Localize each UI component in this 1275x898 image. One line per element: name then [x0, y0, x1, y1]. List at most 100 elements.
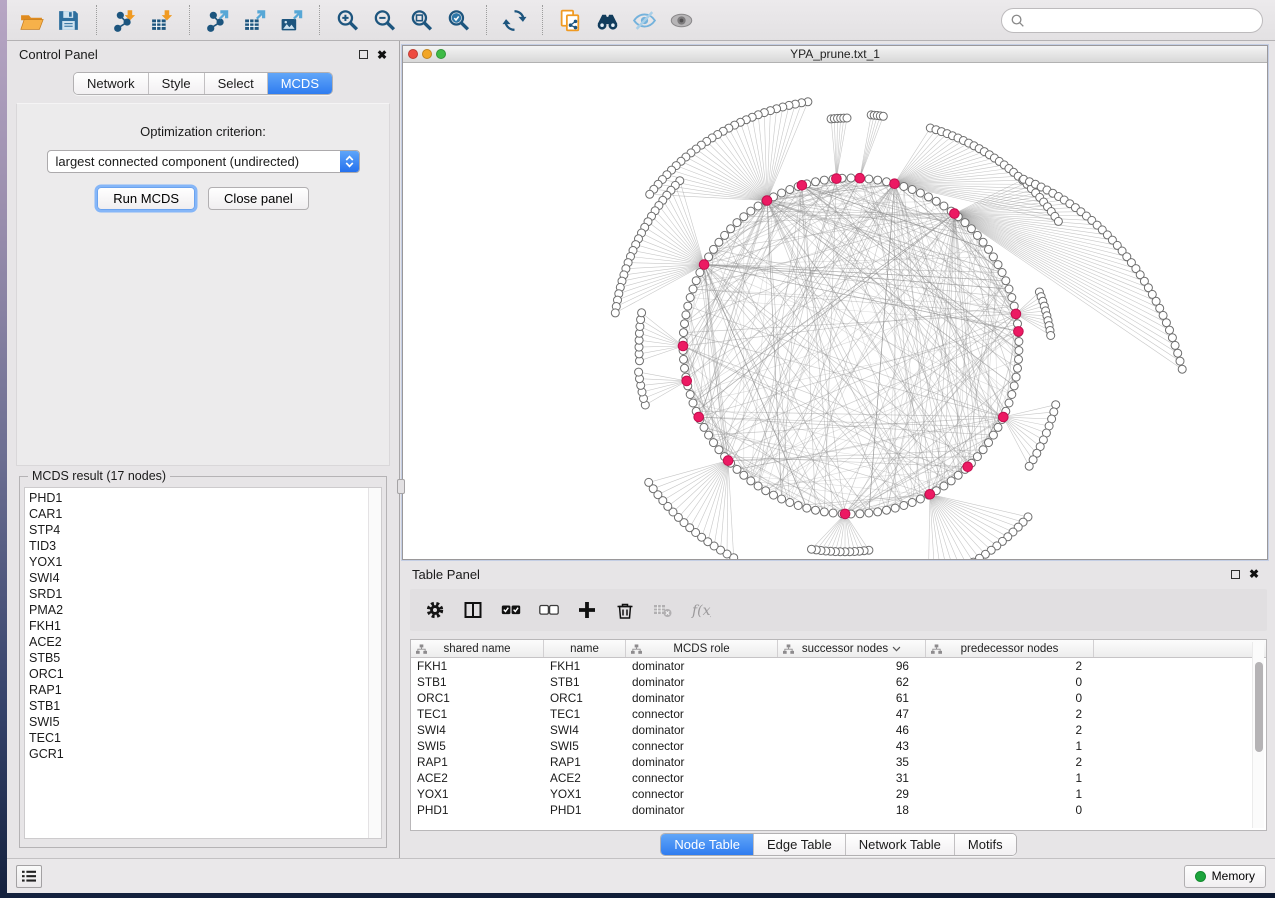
find-network-button[interactable]: [589, 4, 626, 36]
table-scrollbar-thumb[interactable]: [1255, 662, 1263, 752]
tree-icon: [931, 644, 942, 658]
mcds-result-item[interactable]: TEC1: [29, 730, 381, 746]
mcds-result-item[interactable]: SRD1: [29, 586, 381, 602]
function-builder-button: f(x): [686, 595, 716, 625]
show-columns-button[interactable]: [458, 595, 488, 625]
mcds-result-item[interactable]: ORC1: [29, 666, 381, 682]
network-canvas[interactable]: [403, 63, 1267, 559]
delete-columns-button[interactable]: [610, 595, 640, 625]
refresh-button[interactable]: [496, 4, 533, 36]
export-image-button[interactable]: [273, 4, 310, 36]
import-network-button[interactable]: [106, 4, 143, 36]
main-toolbar: [7, 0, 1275, 41]
mcds-result-item[interactable]: TID3: [29, 538, 381, 554]
tab-motifs[interactable]: Motifs: [954, 834, 1016, 855]
mcds-result-item[interactable]: CAR1: [29, 506, 381, 522]
toolbar-separator: [486, 5, 487, 35]
search-input[interactable]: [1001, 8, 1263, 33]
table-panel-tabs: Node TableEdge TableNetwork TableMotifs: [660, 833, 1016, 856]
mcds-result-item[interactable]: STB1: [29, 698, 381, 714]
import-table-button[interactable]: [143, 4, 180, 36]
zoom-fit-button[interactable]: [403, 4, 440, 36]
show-columns-icon: [463, 600, 483, 620]
tab-style[interactable]: Style: [148, 73, 204, 94]
mcds-result-item[interactable]: STP4: [29, 522, 381, 538]
refresh-icon: [502, 8, 527, 33]
select-all-columns-button[interactable]: [496, 595, 526, 625]
mcds-list-scrollbar[interactable]: [368, 488, 381, 838]
tab-mcds[interactable]: MCDS: [267, 73, 332, 94]
table-row[interactable]: ORC1ORC1dominator610: [411, 690, 1266, 706]
table-row[interactable]: PHD1PHD1dominator180: [411, 802, 1266, 818]
column-header-successor-nodes[interactable]: successor nodes: [778, 640, 926, 657]
table-row[interactable]: TEC1TEC1connector472: [411, 706, 1266, 722]
table-row[interactable]: SWI4SWI4dominator462: [411, 722, 1266, 738]
network-graph: [403, 63, 1263, 559]
mcds-result-list: PHD1CAR1STP4TID3YOX1SWI4SRD1PMA2FKH1ACE2…: [25, 488, 381, 762]
mcds-result-item[interactable]: RAP1: [29, 682, 381, 698]
sort-chevron-icon: [892, 646, 901, 652]
table-row[interactable]: SWI5SWI5connector431: [411, 738, 1266, 754]
column-header-predecessor-nodes[interactable]: predecessor nodes: [926, 640, 1094, 657]
mcds-result-item[interactable]: SWI5: [29, 714, 381, 730]
table-row[interactable]: STB1STB1dominator620: [411, 674, 1266, 690]
table-row[interactable]: ACE2ACE2connector311: [411, 770, 1266, 786]
tab-edge-table[interactable]: Edge Table: [753, 834, 845, 855]
close-panel-button[interactable]: Close panel: [208, 187, 309, 210]
open-file-button[interactable]: [13, 4, 50, 36]
tab-select[interactable]: Select: [204, 73, 267, 94]
table-row[interactable]: FKH1FKH1dominator962: [411, 658, 1266, 674]
search-icon: [1010, 13, 1025, 28]
mcds-result-item[interactable]: YOX1: [29, 554, 381, 570]
show-details-icon: [669, 8, 694, 33]
show-details-button[interactable]: [663, 4, 700, 36]
delete-table-icon: [653, 600, 673, 620]
first-neighbors-button[interactable]: [552, 4, 589, 36]
save-session-button[interactable]: [50, 4, 87, 36]
memory-button[interactable]: Memory: [1184, 865, 1266, 888]
table-settings-button[interactable]: [420, 595, 450, 625]
tab-node-table[interactable]: Node Table: [661, 834, 753, 855]
table-scrollbar[interactable]: [1252, 642, 1264, 828]
toolbar-separator: [189, 5, 190, 35]
mcds-result-item[interactable]: SWI4: [29, 570, 381, 586]
open-file-icon: [19, 8, 44, 33]
table-panel-float-icon[interactable]: [1231, 570, 1240, 579]
mcds-result-item[interactable]: GCR1: [29, 746, 381, 762]
column-header-shared-name[interactable]: shared name: [411, 640, 544, 657]
export-table-button[interactable]: [236, 4, 273, 36]
zoom-in-button[interactable]: [329, 4, 366, 36]
deselect-all-columns-button[interactable]: [534, 595, 564, 625]
column-header-MCDS-role[interactable]: MCDS role: [626, 640, 778, 657]
zoom-selected-icon: [446, 8, 471, 33]
table-panel-close-icon[interactable]: ✖: [1249, 568, 1259, 580]
panel-divider-handle[interactable]: [397, 479, 405, 494]
task-history-button[interactable]: [16, 865, 42, 888]
export-table-icon: [242, 8, 267, 33]
control-panel-close-icon[interactable]: ✖: [377, 49, 387, 61]
network-window-title: YPA_prune.txt_1: [403, 47, 1267, 61]
tab-network-table[interactable]: Network Table: [845, 834, 954, 855]
create-column-button[interactable]: [572, 595, 602, 625]
run-mcds-button[interactable]: Run MCDS: [97, 187, 195, 210]
export-network-icon: [205, 8, 230, 33]
mcds-result-item[interactable]: FKH1: [29, 618, 381, 634]
table-row[interactable]: RAP1RAP1dominator352: [411, 754, 1266, 770]
mcds-result-item[interactable]: STB5: [29, 650, 381, 666]
mcds-result-item[interactable]: PMA2: [29, 602, 381, 618]
table-row[interactable]: YOX1YOX1connector291: [411, 786, 1266, 802]
function-builder-icon: f(x): [691, 600, 711, 620]
memory-status-icon: [1195, 871, 1206, 882]
tab-network[interactable]: Network: [74, 73, 148, 94]
zoom-out-button[interactable]: [366, 4, 403, 36]
mcds-result-item[interactable]: PHD1: [29, 490, 381, 506]
hide-details-button[interactable]: [626, 4, 663, 36]
optimization-select[interactable]: largest connected component (undirected): [47, 150, 360, 173]
import-network-icon: [112, 8, 137, 33]
control-panel-float-icon[interactable]: [359, 50, 368, 59]
zoom-selected-button[interactable]: [440, 4, 477, 36]
column-header-name[interactable]: name: [544, 640, 626, 657]
control-panel-tabs: NetworkStyleSelectMCDS: [73, 72, 333, 95]
export-network-button[interactable]: [199, 4, 236, 36]
mcds-result-item[interactable]: ACE2: [29, 634, 381, 650]
